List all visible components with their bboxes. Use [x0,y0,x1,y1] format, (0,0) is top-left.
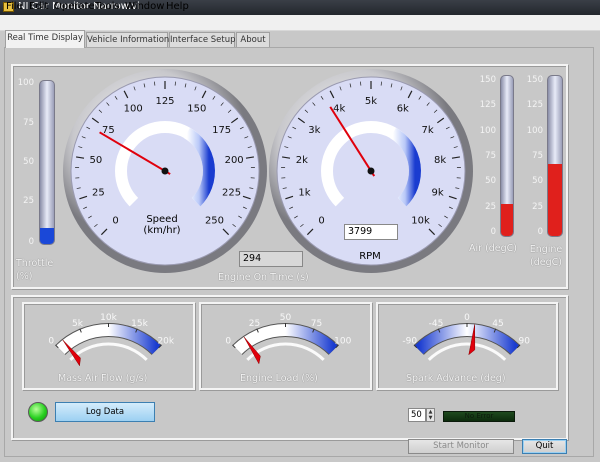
air-tick-0: 0 [490,227,496,237]
load-scale-label: 100 [334,337,351,347]
speed-scale-label: 225 [222,188,241,199]
rpm-label: RPM [359,251,381,262]
menu-operate[interactable]: Operate [54,1,95,12]
speed-scale-label: 50 [89,155,102,166]
rpm-scale-label: 0 [318,215,324,226]
rpm-scale-label: 9k [431,188,443,199]
engine-on-time-label: Engine On Time (s) [218,272,309,283]
menu-bar [0,15,600,31]
spark-scale-label: 0 [464,313,470,323]
logging-led-indicator [28,402,48,422]
rpm-scale-label: 10k [411,215,430,226]
load-scale-label: 50 [280,313,292,323]
maf-scale-label: 15k [131,319,148,329]
engine-temp-tank [547,75,563,237]
rpm-scale-label: 8k [434,155,446,166]
spark-scale-label: 90 [519,337,531,347]
rpm-display: 3799 [344,224,398,240]
air-tick-150: 150 [479,75,496,85]
load-scale-label: 25 [249,319,260,329]
menu-help[interactable]: Help [166,1,189,12]
rpm-scale-label: 5k [365,96,377,107]
speed-scale-label: 0 [112,215,118,226]
maf-scale-label: 10k [100,313,117,323]
menu-tools[interactable]: Tools [95,1,120,12]
air-tick-75: 75 [485,151,496,161]
speed-scale-label: 125 [155,96,174,107]
rpm-hub [367,167,375,175]
load-scale-label: 75 [311,319,322,329]
maf-inner-arc [69,342,148,361]
speed-scale-label: 100 [124,104,143,115]
engine-temp-label: Engine (degC) [529,244,563,268]
spark-scale-label: 45 [492,319,503,329]
speed-gauge: 0255075100125150175200225250 [63,69,267,273]
engine-tick-75: 75 [532,151,543,161]
speed-scale-label: 150 [187,104,206,115]
rpm-scale-label: 2k [296,155,308,166]
air-tick-100: 100 [479,126,496,136]
start-monitor-button[interactable]: Start Monitor [408,439,514,454]
tab-vehicle-information[interactable]: Vehicle Information [86,32,169,47]
throttle-tick-75: 75 [23,118,34,128]
rate-spinner[interactable]: ▲ ▼ [426,408,435,422]
engine-load-label: Engine Load (%) [240,373,318,384]
quit-button[interactable]: Quit [522,439,567,454]
engine-tick-50: 50 [532,176,543,186]
rpm-scale-label: 1k [298,188,310,199]
speed-scale-label: 250 [205,215,224,226]
rpm-scale-label: 7k [422,125,434,136]
error-status-indicator: No Error [443,411,515,422]
maf-scale-label: 5k [72,319,84,329]
tab-interface-setup[interactable]: Interface Setup [169,32,236,47]
engine-tick-25: 25 [532,202,543,212]
air-tick-25: 25 [485,202,496,212]
spark-inner-arc [427,342,507,361]
mass-air-flow-gauge: 0 5k 10k 15k 20k [48,313,175,367]
speed-scale-label: 25 [92,188,105,199]
spark-scale-label: -90 [402,337,417,347]
spark-advance-gauge: -90 -45 0 45 90 [402,313,531,361]
throttle-tick-100: 100 [17,78,34,88]
mass-air-flow-label: Mass Air Flow (g/s) [58,373,148,384]
menu-window[interactable]: Window [125,1,164,12]
spark-advance-label: Spark Advance (deg) [406,373,506,384]
engine-on-time-display: 294 [239,251,303,267]
maf-scale-label: 0 [48,337,54,347]
air-temp-tank [500,75,514,237]
speed-scale-label: 175 [212,125,231,136]
throttle-tank [39,80,55,245]
speed-label: Speed (km/hr) [143,214,181,236]
throttle-label: Throttle (%) [16,258,54,282]
tab-real-time-display[interactable]: Real Time Display [5,30,85,48]
air-tick-50: 50 [485,176,496,186]
menu-file[interactable]: File [6,1,23,12]
tab-about[interactable]: About [236,32,270,47]
engine-temp-fill [548,164,562,236]
air-temp-fill [501,204,513,236]
menu-edit[interactable]: Edit [29,1,48,12]
rpm-scale-label: 3k [308,125,320,136]
rpm-gauge: 01k2k3k4k5k6k7k8k9k10k [269,69,473,273]
engine-tick-100: 100 [526,126,543,136]
engine-tick-150: 150 [526,75,543,85]
log-data-button[interactable]: Log Data [55,402,155,422]
air-tick-125: 125 [479,100,496,110]
rate-input[interactable]: 50 [408,408,426,422]
rpm-scale-label: 6k [397,104,409,115]
load-scale-label: 0 [225,337,231,347]
maf-scale-label: 20k [157,337,174,347]
throttle-tick-50: 50 [23,157,34,167]
engine-load-gauge: 0 25 50 75 100 [225,313,352,365]
speed-hub [161,167,169,175]
speed-scale-label: 200 [225,155,244,166]
air-temp-label: Air (degC) [469,243,518,254]
spark-scale-label: -45 [429,319,444,329]
engine-tick-0: 0 [537,227,543,237]
throttle-tick-25: 25 [23,196,34,206]
throttle-fill [40,227,54,244]
throttle-tick-0: 0 [28,237,34,247]
engine-tick-125: 125 [526,100,543,110]
